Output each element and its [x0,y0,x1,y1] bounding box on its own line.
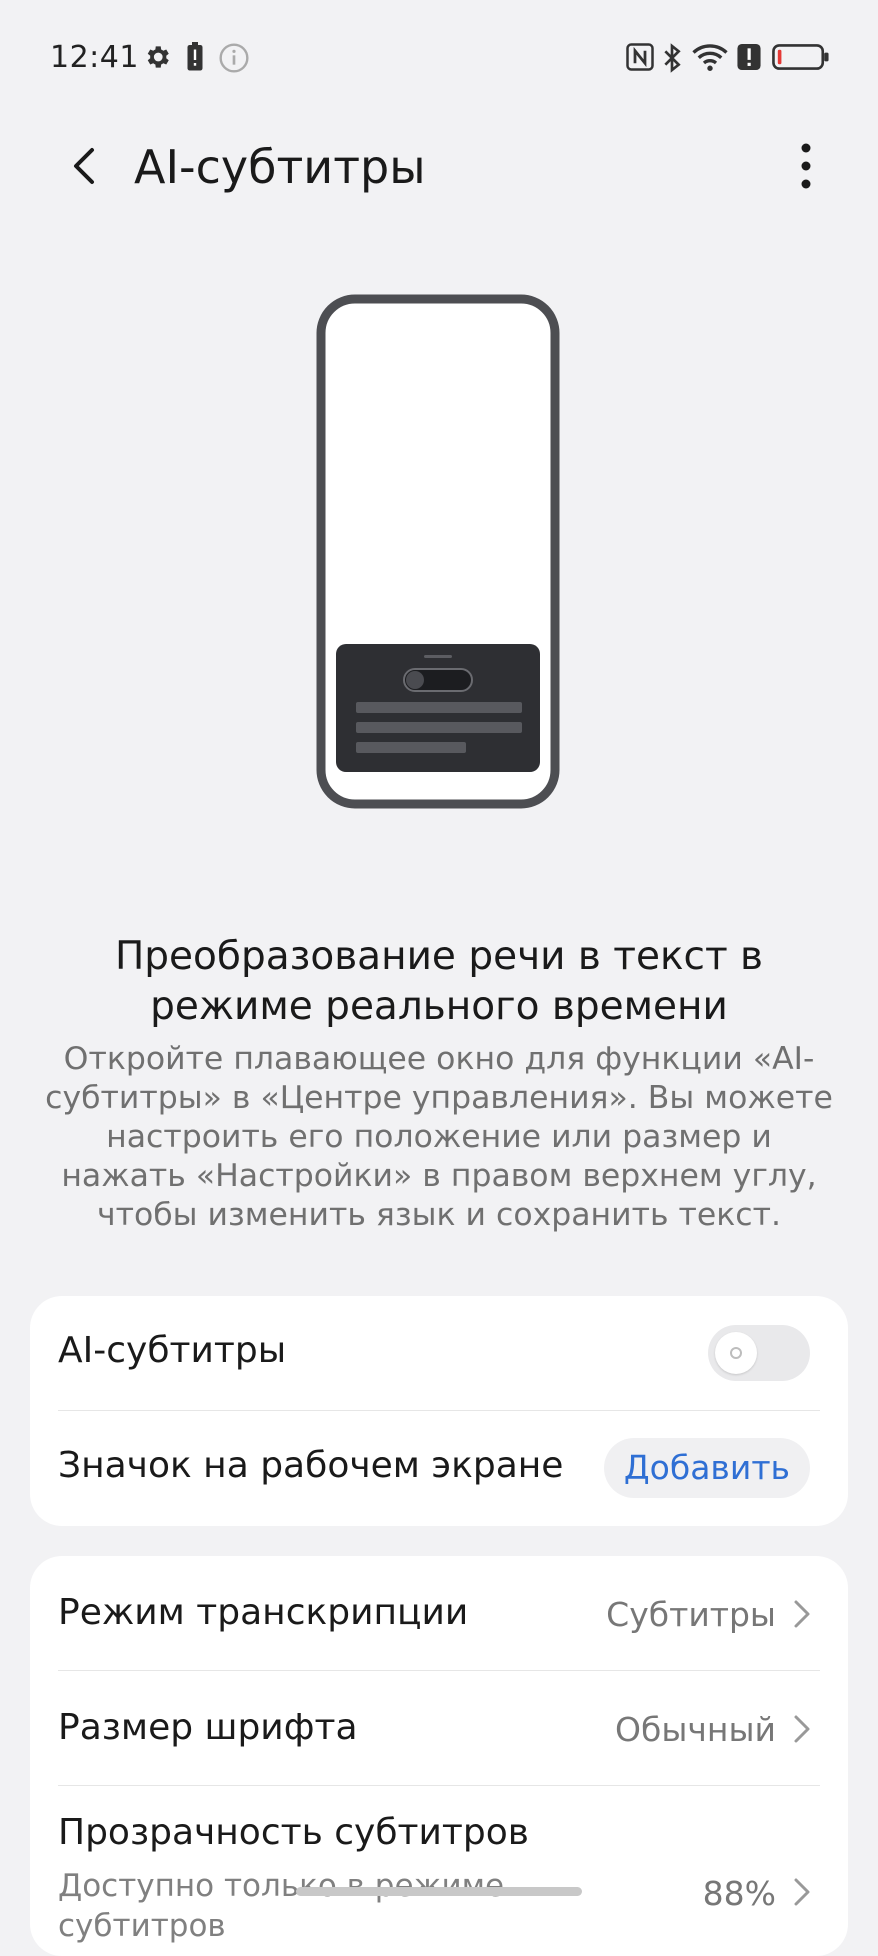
settings-card-display: Режим транскрипции Субтитры Размер шрифт… [30,1556,848,1956]
transparency-row[interactable]: Прозрачность субтитров Доступно только в… [30,1786,848,1956]
transparency-sublabel: Доступно только в режиме субтитров [58,1868,505,1944]
battery-low-icon [772,44,829,70]
transcription-mode-row[interactable]: Режим транскрипции Субтитры [30,1556,848,1670]
font-size-label: Размер шрифта [58,1707,358,1748]
wifi-icon [692,44,728,71]
feature-description: Откройте плавающее окно для функции «AI-… [45,1041,833,1233]
back-chevron-icon[interactable] [58,138,114,194]
alert-icon [737,44,761,70]
feature-headline: Преобразование речи в текст в режиме реа… [114,934,764,1029]
settings-gear-icon [147,46,169,68]
info-icon [219,43,249,73]
battery-alert-icon [187,42,203,71]
transcription-mode-value: Субтитры [606,1595,776,1634]
more-options-icon[interactable] [778,138,834,194]
app-bar: AI-субтитры [0,110,878,220]
font-size-value: Обычный [615,1710,776,1749]
settings-card-main: AI-субтитры Значок на рабочем экране Доб… [30,1296,848,1526]
transcription-mode-label: Режим транскрипции [58,1592,469,1633]
font-size-row[interactable]: Размер шрифта Обычный [30,1671,848,1785]
phone-illustration [316,294,560,809]
transparency-value: 88% [702,1874,776,1913]
ai-subtitles-row[interactable]: AI-субтитры [30,1296,848,1410]
transparency-label: Прозрачность субтитров [58,1812,529,1853]
ai-subtitles-label: AI-субтитры [58,1330,287,1371]
home-icon-label: Значок на рабочем экране [58,1445,564,1486]
chevron-right-icon [794,1878,810,1906]
toggle-knob [715,1332,757,1374]
status-bar: 12:41 [0,0,878,110]
nfc-icon [626,43,654,71]
ai-subtitles-toggle[interactable] [708,1325,810,1381]
bluetooth-icon [664,43,681,73]
status-time: 12:41 [50,40,139,75]
home-icon-row[interactable]: Значок на рабочем экране Добавить [30,1411,848,1526]
add-button[interactable]: Добавить [603,1438,810,1498]
page-title: AI-субтитры [134,140,426,194]
home-indicator[interactable] [296,1887,582,1896]
chevron-right-icon [794,1715,810,1743]
chevron-right-icon [794,1600,810,1628]
